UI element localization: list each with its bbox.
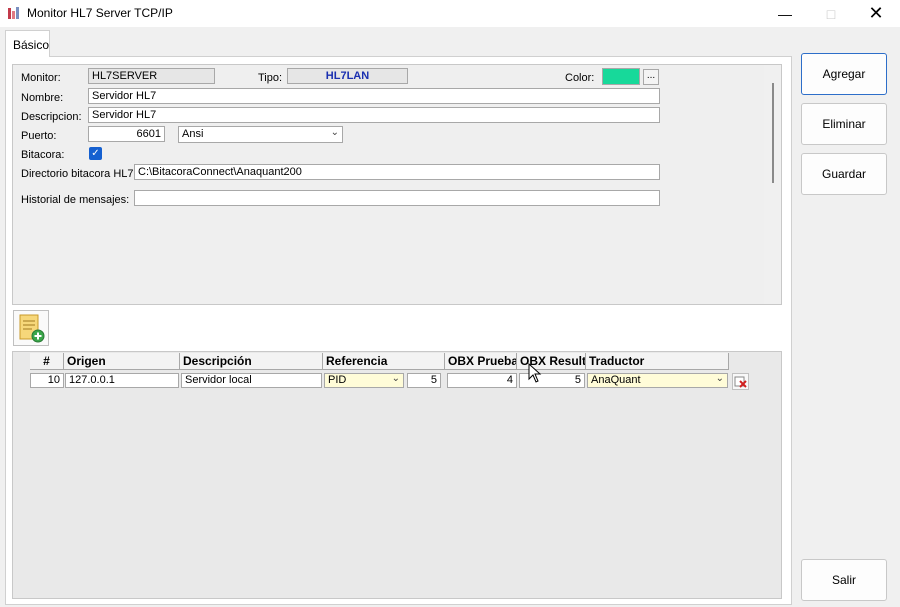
scrollbar-thumb[interactable] [772,83,774,183]
column-header-obx-prueba[interactable]: OBX Prueba [445,353,517,370]
cell-origen[interactable]: 127.0.0.1 [65,373,179,388]
monitor-label: Monitor: [21,72,61,84]
cell-referencia-index[interactable]: 5 [407,373,441,388]
color-label: Color: [565,72,595,84]
eliminar-button[interactable]: Eliminar [801,103,887,145]
directorio-input[interactable]: C:\BitacoraConnect\Anaquant200 [134,164,660,180]
tipo-field[interactable]: HL7LAN [287,68,408,84]
encoding-select[interactable]: Ansi ⌄ [178,126,343,143]
encoding-value: Ansi [182,128,204,140]
historial-label: Historial de mensajes: [21,194,130,206]
tipo-label: Tipo: [258,72,283,84]
tab-basico[interactable]: Básico [5,30,50,57]
salir-button[interactable]: Salir [801,559,887,601]
column-header-traductor[interactable]: Traductor [586,353,729,370]
mouse-cursor-icon [528,363,542,383]
monitor-field[interactable]: HL7SERVER [88,68,215,84]
delete-row-button[interactable] [732,373,749,390]
chevron-down-icon: ⌄ [715,373,724,384]
color-swatch[interactable] [602,68,640,85]
nombre-input[interactable]: Servidor HL7 [88,88,660,104]
color-picker-button[interactable]: ... [643,69,659,85]
traductor-value: AnaQuant [591,374,641,386]
title-bar: Monitor HL7 Server TCP/IP — □ ✕ [0,0,900,27]
column-header-referencia[interactable]: Referencia [323,353,445,370]
historial-input[interactable] [134,190,660,206]
directorio-label: Directorio bitacora HL7: [21,168,137,180]
cell-referencia-select[interactable]: PID ⌄ [324,373,404,388]
maximize-button[interactable]: □ [808,0,854,27]
puerto-input[interactable]: 6601 [88,126,165,142]
chevron-down-icon: ⌄ [330,127,339,138]
puerto-label: Puerto: [21,130,57,142]
agregar-button[interactable]: Agregar [801,53,887,95]
vertical-scrollbar[interactable] [764,65,781,304]
cell-traductor-select[interactable]: AnaQuant ⌄ [587,373,728,388]
guardar-button[interactable]: Guardar [801,153,887,195]
window-title: Monitor HL7 Server TCP/IP [27,6,173,20]
column-header-descripcion[interactable]: Descripción [180,353,323,370]
data-grid [12,351,782,599]
tipo-value: HL7LAN [325,70,370,82]
referencia-value: PID [328,374,347,386]
delete-row-icon [734,376,747,388]
column-header-num[interactable]: # [30,353,64,370]
descripcion-label: Descripcion: [21,111,82,123]
bitacora-checkbox[interactable]: ✓ [89,147,102,160]
grid-toolbar [12,306,782,350]
minimize-button[interactable]: — [762,0,808,27]
nombre-label: Nombre: [21,92,64,104]
add-document-icon [19,314,45,343]
checkmark-icon: ✓ [91,148,100,159]
cell-num[interactable]: 10 [30,373,64,388]
add-row-button[interactable] [13,310,49,346]
chevron-down-icon: ⌄ [391,373,400,384]
cell-descripcion[interactable]: Servidor local [181,373,322,388]
monitor-app-icon [8,7,19,19]
bitacora-label: Bitacora: [21,149,65,161]
descripcion-input[interactable]: Servidor HL7 [88,107,660,123]
cell-obx-prueba[interactable]: 4 [447,373,517,388]
close-button[interactable]: ✕ [853,0,899,27]
column-header-origen[interactable]: Origen [64,353,180,370]
